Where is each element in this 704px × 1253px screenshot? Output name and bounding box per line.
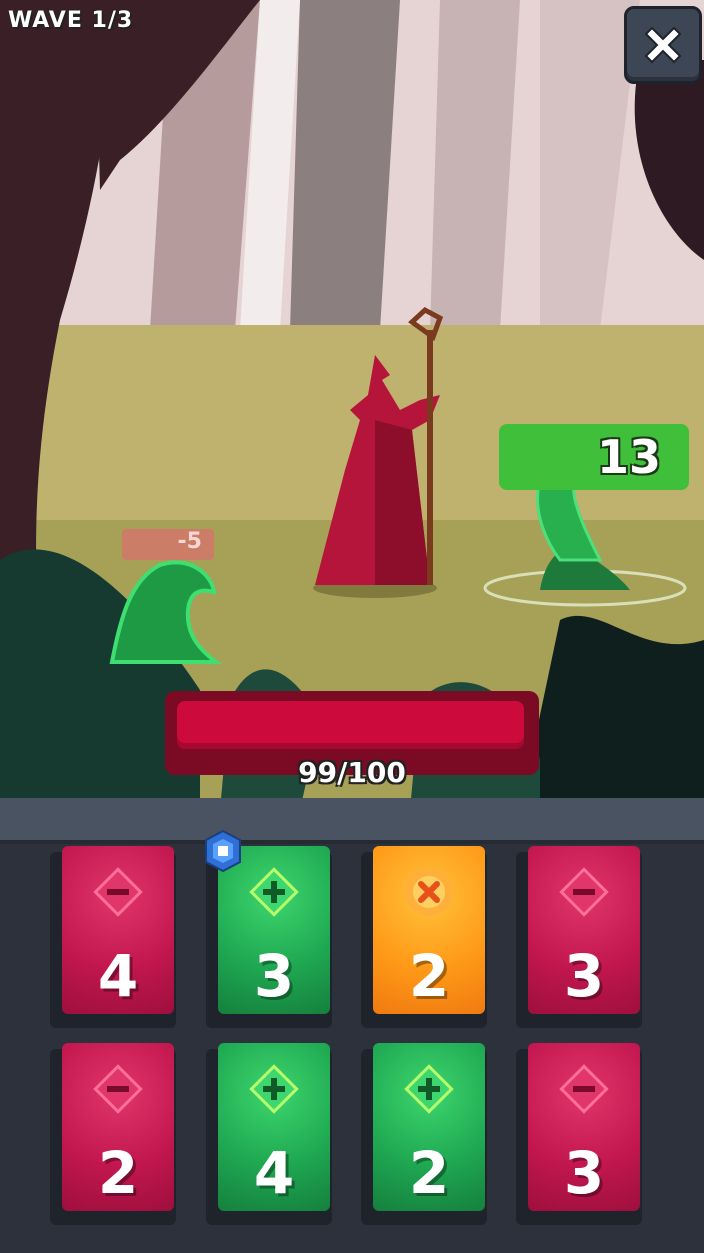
minus-diamond-icon — [559, 1064, 609, 1114]
card-value: 4 — [97, 942, 139, 1010]
minus-diamond-icon — [93, 867, 143, 917]
card-plus[interactable]: 4 — [218, 1043, 330, 1211]
minus-diamond-icon — [93, 1064, 143, 1114]
plus-diamond-icon — [249, 867, 299, 917]
damage-popup-text: -5 — [177, 529, 202, 554]
panel-rim — [0, 798, 704, 844]
close-button[interactable] — [624, 6, 702, 84]
card-slot-4[interactable]: 3 — [516, 846, 654, 1028]
card-value: 3 — [563, 1139, 605, 1207]
plus-diamond-icon — [404, 1064, 454, 1114]
gem-badge-icon — [205, 830, 241, 872]
card-value: 2 — [97, 1139, 139, 1207]
card-slot-3[interactable]: 2 — [361, 846, 499, 1028]
card-minus[interactable]: 4 — [62, 846, 174, 1014]
card-slot-1[interactable]: 4 — [50, 846, 188, 1028]
card-value: 2 — [408, 942, 450, 1010]
plus-diamond-icon — [249, 1064, 299, 1114]
card-slot-2[interactable]: 3 — [206, 846, 344, 1028]
card-slot-7[interactable]: 2 — [361, 1043, 499, 1225]
player-health-text: 99/100 — [298, 756, 406, 789]
card-value: 3 — [563, 942, 605, 1010]
wave-counter: WAVE 1/3 — [8, 8, 134, 33]
card-minus[interactable]: 2 — [62, 1043, 174, 1211]
enemy-slime-right[interactable] — [520, 445, 640, 595]
card-value: 4 — [253, 1139, 295, 1207]
player-health-fill — [177, 701, 524, 749]
card-value: 3 — [253, 942, 295, 1010]
card-minus[interactable]: 3 — [528, 1043, 640, 1211]
cancel-sun-icon — [405, 868, 453, 916]
damage-popup: -5 — [122, 529, 214, 560]
card-slot-6[interactable]: 4 — [206, 1043, 344, 1225]
battle-scene: WAVE 1/3 -5 13 — [0, 0, 704, 810]
card-slot-5[interactable]: 2 — [50, 1043, 188, 1225]
card-value: 2 — [408, 1139, 450, 1207]
card-plus[interactable]: 2 — [373, 1043, 485, 1211]
minus-diamond-icon — [559, 867, 609, 917]
close-icon — [644, 26, 682, 64]
card-minus[interactable]: 3 — [528, 846, 640, 1014]
wizard-character — [310, 310, 450, 590]
card-cancel[interactable]: 2 — [373, 846, 485, 1014]
card-slot-8[interactable]: 3 — [516, 1043, 654, 1225]
enemy-slime-left[interactable] — [108, 560, 220, 666]
